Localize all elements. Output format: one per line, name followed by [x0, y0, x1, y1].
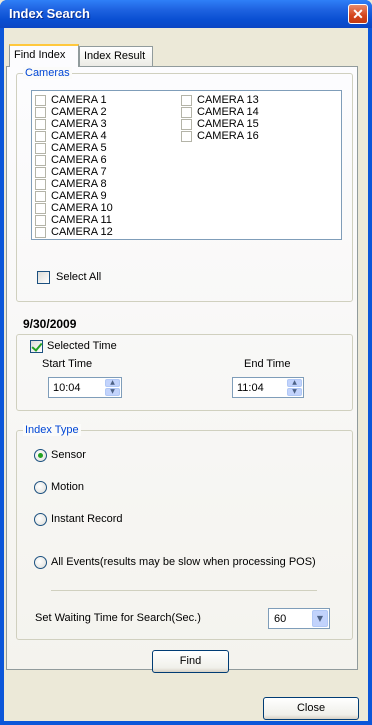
selected-time-checkbox[interactable] [30, 340, 43, 353]
camera-checkbox[interactable] [35, 166, 46, 178]
camera-checkbox[interactable] [35, 130, 46, 142]
index-type-group-label: Index Type [23, 424, 81, 436]
camera-list-item[interactable]: CAMERA 8 [35, 178, 107, 190]
window-title: Index Search [9, 6, 90, 21]
motion-label: Motion [51, 481, 85, 493]
camera-label: CAMERA 2 [51, 106, 107, 118]
camera-checkbox[interactable] [35, 118, 46, 130]
waiting-time-label: Set Waiting Time for Search(Sec.) [35, 612, 201, 624]
close-button[interactable]: Close [263, 697, 359, 720]
find-index-panel: Cameras CAMERA 1 CAMERA 2 CAMERA 3 CAMERA 4… [6, 66, 358, 673]
instant-record-label: Instant Record [51, 513, 123, 525]
motion-radio[interactable] [34, 481, 47, 494]
tab-find-index-label: Find Index [14, 49, 66, 61]
camera-list-item[interactable]: CAMERA 12 [35, 226, 113, 238]
end-time-label: End Time [244, 358, 291, 370]
camera-list-item[interactable]: CAMERA 2 [35, 106, 107, 118]
start-time-value: 10:04 [53, 382, 81, 394]
select-all-label: Select All [56, 271, 102, 283]
camera-checkbox[interactable] [181, 106, 192, 118]
camera-checkbox[interactable] [181, 94, 192, 106]
sensor-label: Sensor [51, 449, 86, 461]
camera-label: CAMERA 15 [197, 118, 259, 130]
instant-record-radio[interactable] [34, 513, 47, 526]
tab-find-index[interactable]: Find Index [9, 44, 79, 67]
all-events-radio[interactable] [34, 556, 47, 569]
end-time-spinner[interactable]: 11:04 ▲ ▼ [232, 377, 304, 398]
camera-checkbox[interactable] [35, 154, 46, 166]
camera-label: CAMERA 5 [51, 142, 107, 154]
camera-list-item[interactable]: CAMERA 14 [181, 106, 259, 118]
all-events-label: All Events(results may be slow when proc… [51, 556, 316, 568]
window-close-icon[interactable]: ✕ [348, 4, 368, 24]
camera-checkbox[interactable] [35, 214, 46, 226]
start-time-label: Start Time [42, 358, 93, 370]
waiting-time-select[interactable]: 60 ▼ [268, 608, 330, 629]
camera-checkbox[interactable] [181, 118, 192, 130]
camera-list[interactable]: CAMERA 1 CAMERA 2 CAMERA 3 CAMERA 4 CAMERA 5… [31, 90, 342, 240]
camera-list-item[interactable]: CAMERA 11 [35, 214, 112, 226]
camera-label: CAMERA 8 [51, 178, 107, 190]
index-search-window: Index Search ✕ Find Index Index Result C… [0, 0, 372, 725]
spin-down-icon[interactable]: ▼ [287, 388, 302, 396]
camera-list-item[interactable]: CAMERA 9 [35, 190, 107, 202]
title-bar[interactable]: Index Search ✕ [0, 0, 372, 28]
camera-list-item[interactable]: CAMERA 16 [181, 130, 259, 142]
camera-list-item[interactable]: CAMERA 13 [181, 94, 259, 106]
camera-checkbox[interactable] [35, 202, 46, 214]
camera-label: CAMERA 1 [51, 94, 107, 106]
tab-index-result-label: Index Result [84, 50, 146, 62]
waiting-time-value: 60 [274, 613, 287, 625]
camera-checkbox[interactable] [35, 226, 46, 238]
camera-checkbox[interactable] [35, 178, 46, 190]
camera-list-item[interactable]: CAMERA 5 [35, 142, 107, 154]
camera-label: CAMERA 3 [51, 118, 107, 130]
camera-checkbox[interactable] [181, 130, 192, 142]
camera-checkbox[interactable] [35, 142, 46, 154]
camera-label: CAMERA 10 [51, 202, 113, 214]
index-type-divider [51, 590, 317, 591]
selected-time-label: Selected Time [47, 340, 117, 352]
end-time-value: 11:04 [237, 382, 264, 394]
tab-index-result[interactable]: Index Result [79, 46, 153, 66]
camera-list-item[interactable]: CAMERA 1 [35, 94, 107, 106]
camera-label: CAMERA 16 [197, 130, 259, 142]
camera-label: CAMERA 11 [51, 214, 112, 226]
start-time-spinner[interactable]: 10:04 ▲ ▼ [48, 377, 122, 398]
camera-label: CAMERA 13 [197, 94, 259, 106]
camera-label: CAMERA 4 [51, 130, 107, 142]
camera-label: CAMERA 9 [51, 190, 107, 202]
sensor-radio[interactable] [34, 449, 47, 462]
camera-list-item[interactable]: CAMERA 10 [35, 202, 113, 214]
camera-list-item[interactable]: CAMERA 6 [35, 154, 107, 166]
camera-label: CAMERA 6 [51, 154, 107, 166]
search-date: 9/30/2009 [23, 317, 77, 331]
cameras-group-label: Cameras [23, 67, 72, 79]
camera-label: CAMERA 14 [197, 106, 259, 118]
camera-list-item[interactable]: CAMERA 3 [35, 118, 107, 130]
camera-checkbox[interactable] [35, 106, 46, 118]
camera-label: CAMERA 7 [51, 166, 107, 178]
spin-up-icon[interactable]: ▲ [287, 379, 302, 387]
find-button[interactable]: Find [152, 650, 229, 673]
chevron-down-icon[interactable]: ▼ [312, 610, 328, 627]
spin-up-icon[interactable]: ▲ [105, 379, 120, 387]
camera-checkbox[interactable] [35, 94, 46, 106]
start-time-spin-buttons[interactable]: ▲ ▼ [105, 379, 120, 396]
camera-list-item[interactable]: CAMERA 4 [35, 130, 107, 142]
camera-label: CAMERA 12 [51, 226, 113, 238]
select-all-checkbox[interactable] [37, 271, 50, 284]
camera-checkbox[interactable] [35, 190, 46, 202]
camera-list-item[interactable]: CAMERA 7 [35, 166, 107, 178]
dialog-client-area: Find Index Index Result Cameras CAMERA 1… [4, 28, 368, 721]
camera-list-item[interactable]: CAMERA 15 [181, 118, 259, 130]
end-time-spin-buttons[interactable]: ▲ ▼ [287, 379, 302, 396]
spin-down-icon[interactable]: ▼ [105, 388, 120, 396]
